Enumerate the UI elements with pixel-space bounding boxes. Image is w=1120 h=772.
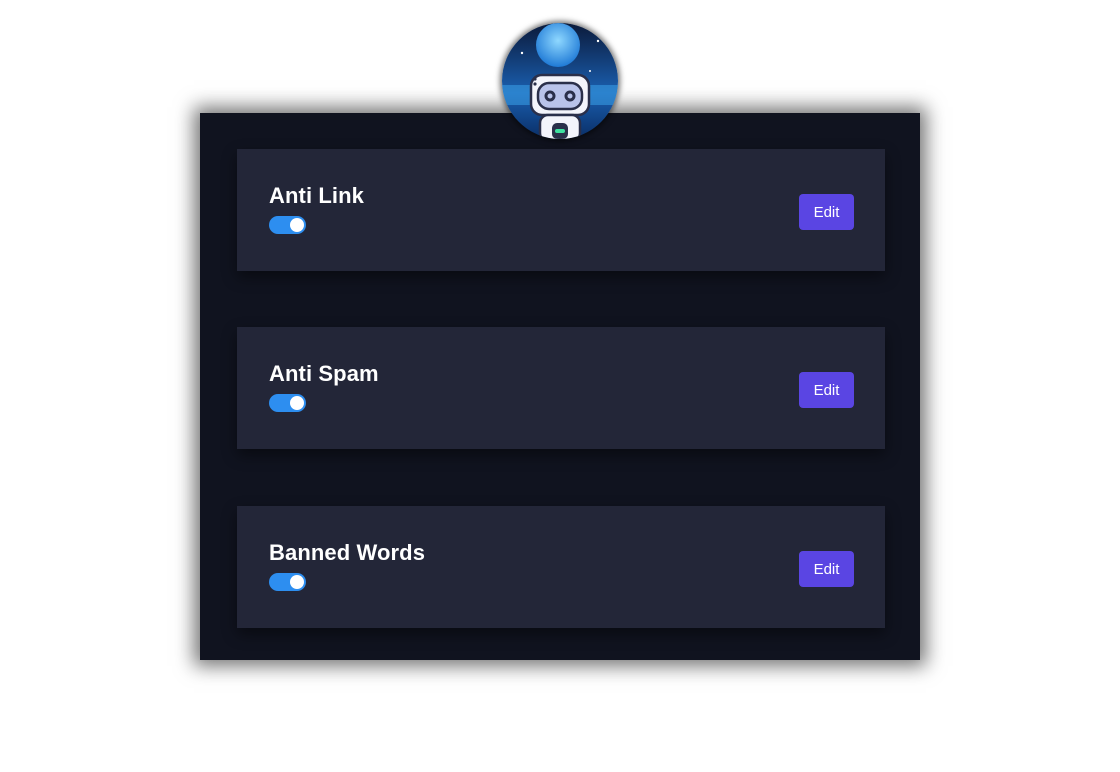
setting-title: Banned Words [269,540,426,565]
settings-panel: Anti Link Edit Anti Spam Edit Banned Wor… [200,113,920,660]
bot-avatar [502,23,618,139]
page: Anti Link Edit Anti Spam Edit Banned Wor… [0,0,1120,772]
toggle-knob [290,575,304,589]
banned-words-edit-button[interactable]: Edit [799,551,854,587]
toggle-knob [290,396,304,410]
toggle-knob [290,218,304,232]
banned-words-toggle[interactable] [269,573,306,591]
setting-card-anti-link: Anti Link Edit [237,149,885,271]
anti-link-toggle[interactable] [269,216,306,234]
anti-spam-edit-button[interactable]: Edit [799,372,854,408]
setting-card-anti-spam: Anti Spam Edit [237,327,885,449]
setting-card-banned-words: Banned Words Edit [237,506,885,628]
robot-astronaut-icon [502,23,618,139]
anti-link-edit-button[interactable]: Edit [799,194,854,230]
anti-spam-toggle[interactable] [269,394,306,412]
setting-title: Anti Spam [269,361,379,386]
setting-title: Anti Link [269,183,365,208]
